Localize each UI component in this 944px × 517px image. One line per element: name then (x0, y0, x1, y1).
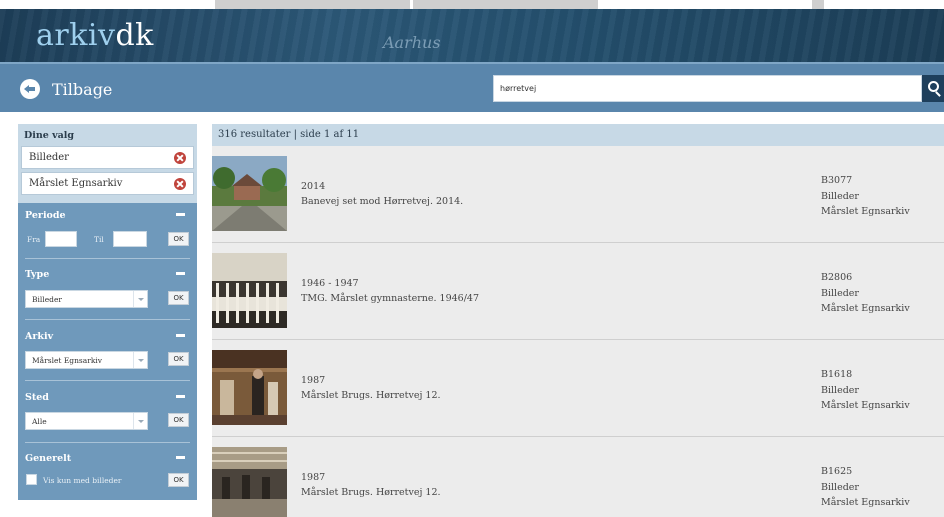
search-icon (928, 81, 939, 92)
filter-divider (25, 258, 190, 259)
result-type: Billeder (821, 287, 859, 299)
chip-label: Billeder (29, 152, 69, 163)
type-select[interactable]: Billeder (25, 290, 148, 308)
selected-filter-chip: Billeder (21, 146, 194, 169)
collapse-periode-icon[interactable] (176, 213, 185, 216)
remove-filter-icon[interactable] (174, 178, 186, 190)
results-list: 2014 Banevej set mod Hørretvej. 2014. B3… (212, 146, 944, 517)
result-id: B2806 (821, 272, 853, 283)
result-description: Mårslet Brugs. Hørretvej 12. (301, 390, 441, 401)
chevron-down-icon (133, 352, 147, 368)
sted-ok-button[interactable]: OK (168, 413, 189, 427)
filter-divider (25, 380, 190, 381)
result-type: Billeder (821, 481, 859, 493)
arkiv-ok-button[interactable]: OK (168, 352, 189, 366)
result-row[interactable]: 1987 Mårslet Brugs. Hørretvej 12. B1618 … (212, 340, 944, 437)
result-thumbnail[interactable] (212, 156, 287, 231)
arkiv-title: Arkiv (25, 331, 54, 342)
logo-text-dk: dk (115, 18, 154, 53)
chevron-down-icon (133, 413, 147, 429)
result-archive: Mårslet Egnsarkiv (821, 497, 910, 508)
result-thumbnail[interactable] (212, 350, 287, 425)
choices-title: Dine valg (24, 130, 75, 141)
logo-text-arkiv: arkiv (36, 18, 116, 53)
result-meta: B2806 Billeder Mårslet Egnsarkiv (821, 270, 910, 317)
search-input[interactable] (493, 75, 922, 102)
result-year: 1946 - 1947 (301, 278, 359, 289)
result-archive: Mårslet Egnsarkiv (821, 206, 910, 217)
result-row[interactable]: 2014 Banevej set mod Hørretvej. 2014. B3… (212, 146, 944, 243)
from-label: Fra (27, 235, 41, 244)
generelt-ok-button[interactable]: OK (168, 473, 189, 487)
search-icon-handle (935, 91, 941, 97)
collapse-sted-icon[interactable] (176, 395, 185, 398)
result-description: TMG. Mårslet gymnasterne. 1946/47 (301, 293, 479, 304)
result-meta: B1625 Billeder Mårslet Egnsarkiv (821, 464, 910, 511)
result-description: Mårslet Brugs. Hørretvej 12. (301, 487, 441, 498)
result-meta: B1618 Billeder Mårslet Egnsarkiv (821, 367, 910, 414)
browser-tab[interactable] (812, 0, 824, 9)
result-type: Billeder (821, 384, 859, 396)
search-button[interactable] (922, 75, 944, 102)
browser-tab[interactable] (413, 0, 598, 9)
filter-divider (25, 442, 190, 443)
result-year: 1987 (301, 375, 326, 386)
banner-script-text: Aarhus (383, 33, 441, 52)
type-title: Type (25, 269, 50, 280)
site-banner: arkivdk Aarhus (0, 9, 944, 62)
result-description: Banevej set mod Hørretvej. 2014. (301, 196, 464, 207)
remove-filter-icon[interactable] (174, 152, 186, 164)
generelt-title: Generelt (25, 453, 72, 464)
collapse-type-icon[interactable] (176, 272, 185, 275)
result-type: Billeder (821, 190, 859, 202)
result-year: 2014 (301, 181, 326, 192)
type-ok-button[interactable]: OK (168, 291, 189, 305)
images-only-checkbox[interactable] (26, 474, 37, 485)
navigation-bar: Tilbage (0, 62, 944, 112)
selected-filter-chip: Mårslet Egnsarkiv (21, 172, 194, 195)
images-only-label: Vis kun med billeder (43, 476, 122, 485)
chevron-down-icon (133, 291, 147, 307)
sted-select[interactable]: Alle (25, 412, 148, 430)
result-row[interactable]: 1987 Mårslet Brugs. Hørretvej 12. B1625 … (212, 437, 944, 517)
browser-top-strip (0, 0, 944, 9)
result-id: B1618 (821, 369, 853, 380)
result-thumbnail[interactable] (212, 447, 287, 517)
browser-tab[interactable] (215, 0, 410, 9)
periode-title: Periode (25, 210, 66, 221)
type-select-value: Billeder (32, 295, 62, 304)
arkiv-select[interactable]: Mårslet Egnsarkiv (25, 351, 148, 369)
arrow-left-icon (20, 79, 40, 99)
filter-panel: Periode Fra Til OK Type Billeder OK Arki… (18, 203, 197, 500)
back-button[interactable]: Tilbage (20, 76, 112, 102)
result-archive: Mårslet Egnsarkiv (821, 400, 910, 411)
site-logo[interactable]: arkivdk (36, 18, 154, 54)
result-thumbnail[interactable] (212, 253, 287, 328)
arkiv-select-value: Mårslet Egnsarkiv (32, 356, 103, 365)
result-archive: Mårslet Egnsarkiv (821, 303, 910, 314)
chip-label: Mårslet Egnsarkiv (29, 178, 123, 189)
filter-divider (25, 319, 190, 320)
to-year-input[interactable] (113, 231, 147, 247)
filter-sidebar: Dine valg Billeder Mårslet Egnsarkiv Per… (18, 124, 197, 500)
results-count: 316 resultater | side 1 af 11 (218, 129, 360, 140)
result-year: 1987 (301, 472, 326, 483)
from-year-input[interactable] (45, 231, 77, 247)
periode-ok-button[interactable]: OK (168, 232, 189, 246)
result-meta: B3077 Billeder Mårslet Egnsarkiv (821, 173, 910, 220)
result-id: B1625 (821, 466, 853, 477)
collapse-arkiv-icon[interactable] (176, 334, 185, 337)
to-label: Til (94, 235, 104, 244)
back-button-label: Tilbage (52, 79, 113, 99)
collapse-generelt-icon[interactable] (176, 456, 185, 459)
results-header: 316 resultater | side 1 af 11 (212, 124, 944, 146)
result-row[interactable]: 1946 - 1947 TMG. Mårslet gymnasterne. 19… (212, 243, 944, 340)
sted-title: Sted (25, 392, 49, 403)
result-id: B3077 (821, 175, 853, 186)
sted-select-value: Alle (32, 417, 47, 426)
